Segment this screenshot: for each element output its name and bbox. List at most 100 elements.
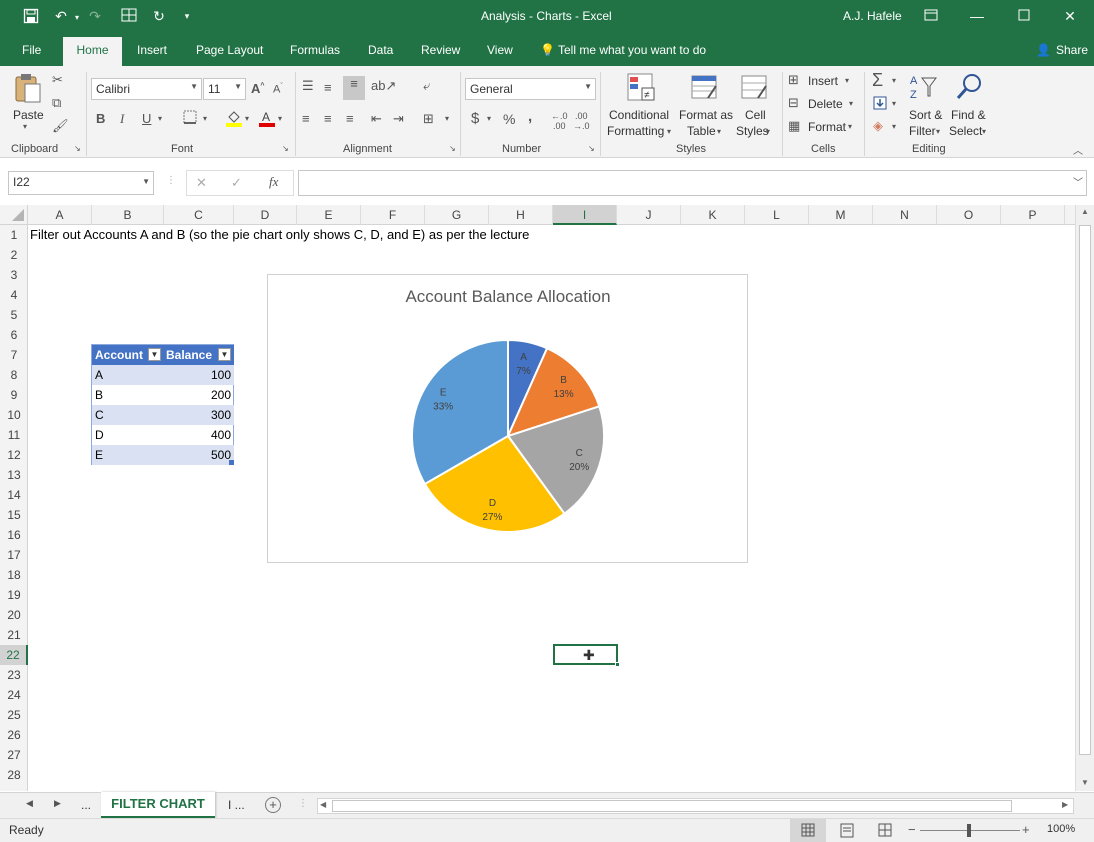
decrease-decimal-icon[interactable]: .00 →.0: [573, 111, 590, 131]
row-header[interactable]: 25: [0, 705, 28, 725]
row-header[interactable]: 3: [0, 265, 28, 285]
underline-button[interactable]: U: [142, 111, 151, 126]
pie-label-category[interactable]: A: [520, 352, 527, 363]
merge-dropdown-icon[interactable]: ▾: [445, 114, 449, 123]
paste-button[interactable]: Paste: [13, 108, 44, 122]
save-icon[interactable]: [22, 8, 40, 27]
row-header[interactable]: 24: [0, 685, 28, 705]
increase-indent-icon[interactable]: ⇥: [393, 111, 404, 127]
conditional-formatting-label-1[interactable]: Conditional: [609, 108, 669, 122]
font-color-dropdown-icon[interactable]: ▾: [278, 114, 282, 123]
align-top-icon[interactable]: ☰: [302, 78, 314, 94]
table-cell[interactable]: 300: [164, 405, 234, 425]
wrap-text-icon[interactable]: ⤶: [423, 78, 430, 94]
row-header[interactable]: 18: [0, 565, 28, 585]
tab-home[interactable]: Home: [63, 37, 122, 66]
percent-button[interactable]: %: [503, 111, 515, 127]
pie-label-category[interactable]: D: [489, 498, 496, 509]
horizontal-scrollbar[interactable]: ◀ ▶: [317, 798, 1074, 814]
conditional-formatting-label-2[interactable]: Formatting: [607, 124, 664, 138]
row-header[interactable]: 7: [0, 345, 28, 365]
tab-formulas[interactable]: Formulas: [290, 43, 340, 57]
formula-input[interactable]: [298, 170, 1087, 196]
delete-cells-icon[interactable]: ⊟: [788, 95, 799, 111]
cancel-entry-icon[interactable]: ✕: [196, 175, 207, 191]
page-break-view-icon[interactable]: [871, 819, 899, 842]
comma-button[interactable]: ,: [528, 108, 532, 125]
font-size-combo[interactable]: 11 ▼: [203, 78, 246, 100]
share-button[interactable]: Share: [1056, 43, 1088, 57]
align-right-icon[interactable]: ≡: [346, 111, 354, 126]
sheet-tab-ellipsis-left[interactable]: ...: [81, 798, 91, 812]
row-header[interactable]: 23: [0, 665, 28, 685]
row-header[interactable]: 8: [0, 365, 28, 385]
table-cell[interactable]: 200: [164, 385, 234, 405]
increase-decimal-icon[interactable]: ←.0.00: [551, 111, 568, 131]
zoom-level[interactable]: 100%: [1047, 823, 1075, 835]
delete-cells-button[interactable]: Delete: [808, 97, 843, 111]
user-name[interactable]: A.J. Hafele: [843, 9, 902, 23]
format-cells-icon[interactable]: ▦: [788, 118, 800, 134]
zoom-slider-thumb[interactable]: [967, 824, 971, 837]
autosum-dropdown-icon[interactable]: ▾: [892, 76, 896, 85]
pie-label-percent[interactable]: 7%: [516, 366, 531, 377]
row-header[interactable]: 2: [0, 245, 28, 265]
tab-file[interactable]: File: [22, 43, 41, 57]
row-header[interactable]: 28: [0, 765, 28, 785]
row-header[interactable]: 6: [0, 325, 28, 345]
format-as-table-dropdown-icon[interactable]: ▾: [717, 127, 721, 136]
format-as-table-label-2[interactable]: Table: [687, 124, 716, 138]
grow-font-icon[interactable]: A^: [251, 81, 264, 96]
clear-icon[interactable]: ◈: [873, 118, 883, 134]
cell-styles-icon[interactable]: [740, 72, 770, 107]
scroll-up-icon[interactable]: ▲: [1078, 207, 1092, 223]
sheet-tab-next[interactable]: I ...: [228, 798, 245, 812]
cell-styles-label-2[interactable]: Styles: [736, 124, 769, 138]
pie-label-percent[interactable]: 33%: [433, 402, 453, 413]
find-select-label-1[interactable]: Find &: [951, 108, 986, 122]
column-header-b[interactable]: B: [92, 205, 164, 225]
table-cell[interactable]: C: [92, 405, 164, 425]
table-view-icon[interactable]: [120, 8, 138, 25]
add-sheet-icon[interactable]: +: [265, 797, 281, 813]
fill-color-dropdown-icon[interactable]: ▾: [245, 114, 249, 123]
tab-review[interactable]: Review: [421, 43, 460, 57]
column-header-f[interactable]: F: [361, 205, 425, 225]
close-icon[interactable]: ✕: [1061, 8, 1079, 25]
zoom-out-icon[interactable]: −: [908, 822, 916, 837]
splitter-icon[interactable]: ⋮: [298, 798, 308, 809]
tab-insert[interactable]: Insert: [137, 43, 167, 57]
borders-icon[interactable]: [183, 110, 197, 127]
format-as-table-icon[interactable]: [690, 72, 720, 107]
row-header[interactable]: 9: [0, 385, 28, 405]
font-color-icon[interactable]: A: [258, 109, 276, 130]
number-format-combo[interactable]: General ▼: [465, 78, 596, 100]
borders-dropdown-icon[interactable]: ▾: [203, 114, 207, 123]
orientation-icon[interactable]: ab↗: [371, 78, 396, 94]
currency-button[interactable]: $: [471, 110, 479, 127]
column-header-n[interactable]: N: [873, 205, 937, 225]
column-header-o[interactable]: O: [937, 205, 1001, 225]
cell-a1[interactable]: Filter out Accounts A and B (so the pie …: [28, 225, 532, 245]
fill-icon[interactable]: [873, 96, 887, 113]
underline-dropdown-icon[interactable]: ▾: [158, 114, 162, 123]
italic-button[interactable]: I: [120, 111, 124, 127]
paste-dropdown-icon[interactable]: ▾: [23, 122, 27, 131]
scroll-right-icon[interactable]: ▶: [1062, 800, 1068, 809]
column-header-k[interactable]: K: [681, 205, 745, 225]
column-header-e[interactable]: E: [297, 205, 361, 225]
pie-label-category[interactable]: E: [440, 388, 447, 399]
row-header[interactable]: 20: [0, 605, 28, 625]
cell-styles-dropdown-icon[interactable]: ▾: [766, 127, 770, 136]
pie-label-percent[interactable]: 13%: [554, 389, 574, 400]
ribbon-display-icon[interactable]: [922, 8, 940, 24]
page-layout-view-icon[interactable]: [833, 819, 861, 842]
column-header-c[interactable]: C: [164, 205, 234, 225]
vertical-scrollbar[interactable]: ▲ ▼: [1075, 205, 1094, 791]
column-header-i[interactable]: I: [553, 205, 617, 225]
format-dropdown-icon[interactable]: ▾: [848, 122, 852, 131]
column-header-j[interactable]: J: [617, 205, 681, 225]
row-header[interactable]: 1: [0, 225, 28, 245]
table-cell[interactable]: 100: [164, 365, 234, 385]
column-header-l[interactable]: L: [745, 205, 809, 225]
